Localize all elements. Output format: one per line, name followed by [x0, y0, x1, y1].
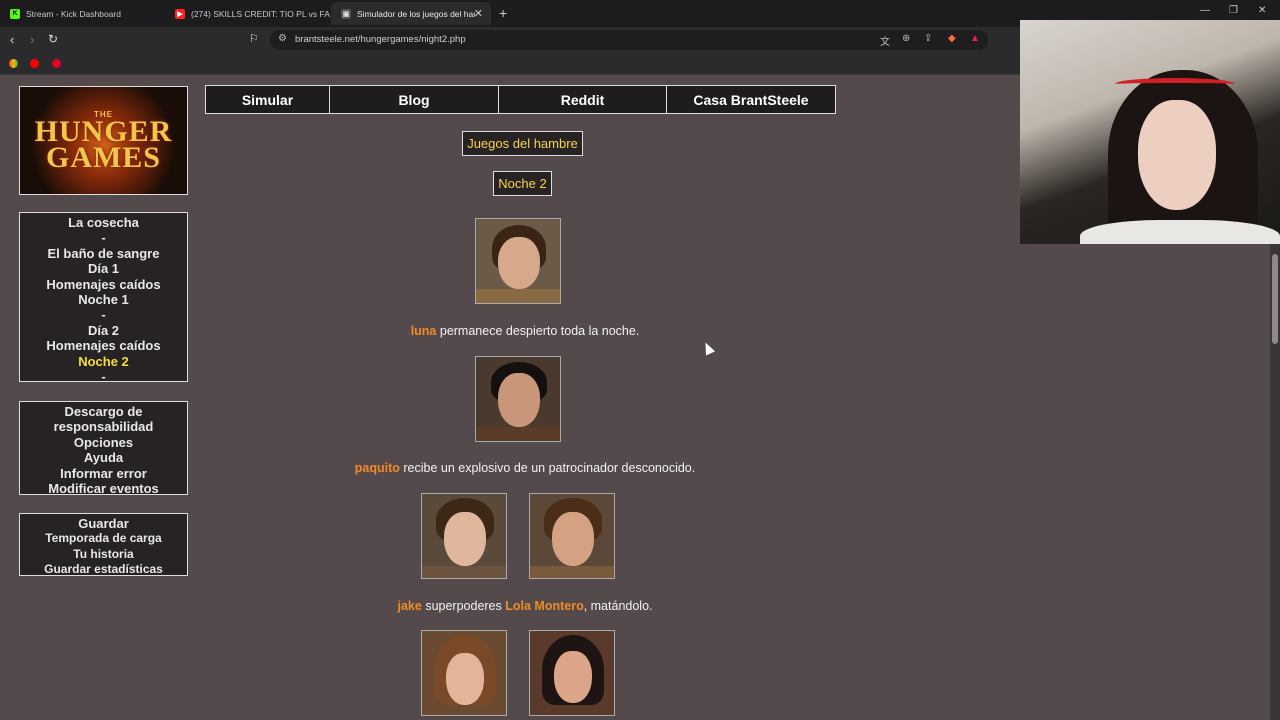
- progress-item[interactable]: Homenajes caídos: [22, 338, 185, 353]
- bookmarks-bar: [0, 53, 1020, 75]
- pinterest-icon[interactable]: [52, 59, 61, 68]
- brave-shield-icon[interactable]: ◆: [948, 33, 956, 44]
- close-window-icon[interactable]: ✕: [1258, 5, 1266, 16]
- tab-hunger-games-simulator[interactable]: ▣ Simulador de los juegos del ham ✕: [331, 2, 491, 25]
- page-title: Juegos del hambre: [462, 131, 583, 156]
- url-text: brantsteele.net/hungergames/night2.php: [295, 34, 466, 45]
- event-line: jake superpoderes Lola Montero, matándol…: [0, 599, 1050, 613]
- tribute-name: Lola Montero: [505, 599, 584, 613]
- minimize-icon[interactable]: —: [1200, 5, 1210, 16]
- info-menu: Descargo de responsabilidad Opciones Ayu…: [19, 401, 188, 496]
- reload-icon[interactable]: ↻: [48, 32, 58, 46]
- brave-rewards-icon[interactable]: ▲: [970, 33, 980, 44]
- nav-reddit[interactable]: Reddit: [499, 86, 667, 113]
- new-tab-button[interactable]: +: [499, 5, 507, 21]
- progress-separator: -: [101, 230, 106, 246]
- progress-menu: La cosecha - El baño de sangre Día 1 Hom…: [19, 212, 188, 385]
- page-scrollbar[interactable]: [1270, 244, 1280, 720]
- site-info-icon[interactable]: ⚙: [278, 33, 287, 44]
- gmail-icon[interactable]: [9, 59, 18, 68]
- browser-toolbar: ‹ › ↻ ⚐ ⚙ brantsteele.net/hungergames/ni…: [0, 27, 1020, 53]
- hunger-games-logo[interactable]: THE HUNGER GAMES: [19, 86, 188, 195]
- tab-youtube[interactable]: ▶ (274) SKILLS CREDIT: TIO PL vs FACU: [165, 2, 330, 25]
- event-text: recibe un explosivo de un patrocinador d…: [399, 461, 696, 475]
- phase-title: Noche 2: [493, 171, 552, 196]
- page-icon: ▣: [341, 8, 351, 19]
- nav-blog[interactable]: Blog: [330, 86, 499, 113]
- zoom-icon[interactable]: ⊕: [902, 33, 910, 44]
- event-text: permanece despierto toda la noche.: [436, 324, 640, 338]
- save-menu: Guardar Temporada de carga Tu historia G…: [19, 513, 188, 576]
- tribute-portrait: [529, 493, 615, 579]
- progress-item[interactable]: La cosecha: [22, 215, 185, 230]
- tribute-portrait: [475, 218, 561, 304]
- tribute-name: luna: [410, 324, 437, 338]
- bookmark-icon[interactable]: ⚐: [249, 32, 259, 45]
- logo-line2: GAMES: [45, 141, 161, 174]
- event-line: paquito recibe un explosivo de un patroc…: [0, 461, 1050, 475]
- nav-simulate[interactable]: Simular: [206, 86, 330, 113]
- progress-item[interactable]: El baño de sangre: [22, 246, 185, 261]
- share-icon[interactable]: ⇪: [924, 33, 932, 44]
- tab-title: Stream - Kick Dashboard: [26, 8, 121, 19]
- progress-separator: -: [101, 307, 106, 323]
- tribute-portrait: [421, 630, 507, 716]
- load-season-link[interactable]: Temporada de carga: [22, 531, 185, 546]
- progress-item[interactable]: Día 1: [22, 261, 185, 276]
- your-story-link[interactable]: Tu historia: [22, 547, 185, 562]
- maximize-icon[interactable]: ❐: [1229, 5, 1238, 16]
- nav-brantsteele-home[interactable]: Casa BrantSteele: [667, 86, 835, 113]
- modify-events-link[interactable]: Modificar eventos: [22, 481, 185, 496]
- save-stats-link[interactable]: Guardar estadísticas: [22, 562, 185, 577]
- kick-icon: K: [10, 8, 20, 19]
- tribute-name: jake: [397, 599, 422, 613]
- youtube-icon[interactable]: [30, 59, 39, 68]
- back-icon[interactable]: ‹: [10, 32, 14, 47]
- tribute-portrait: [529, 630, 615, 716]
- tab-kick-dashboard[interactable]: K Stream - Kick Dashboard: [0, 2, 165, 25]
- page-content: THE HUNGER GAMES La cosecha - El baño de…: [0, 76, 1270, 720]
- tab-title: (274) SKILLS CREDIT: TIO PL vs FACU: [191, 8, 330, 19]
- tribute-portrait: [421, 493, 507, 579]
- youtube-icon: ▶: [175, 8, 185, 19]
- top-navigation: Simular Blog Reddit Casa BrantSteele: [205, 85, 836, 114]
- scrollbar-thumb[interactable]: [1272, 254, 1278, 344]
- progress-item-current[interactable]: Noche 2: [22, 354, 185, 369]
- tribute-portrait: [475, 356, 561, 442]
- tribute-name: paquito: [354, 461, 400, 475]
- forward-icon[interactable]: ›: [30, 32, 34, 47]
- event-text: superpoderes: [421, 599, 506, 613]
- save-link[interactable]: Guardar: [22, 516, 185, 531]
- disclaimer-link[interactable]: Descargo de responsabilidad: [22, 404, 185, 435]
- tab-title: Simulador de los juegos del ham: [357, 8, 475, 19]
- options-link[interactable]: Opciones: [22, 435, 185, 450]
- progress-item[interactable]: Noche 1: [22, 292, 185, 307]
- progress-item[interactable]: Homenajes caídos: [22, 277, 185, 292]
- translate-icon[interactable]: 文: [880, 33, 890, 48]
- progress-separator: -: [101, 369, 106, 385]
- event-line: luna permanece despierto toda la noche.: [0, 324, 1050, 338]
- close-tab-icon[interactable]: ✕: [474, 7, 483, 20]
- event-text: , matándolo.: [583, 599, 653, 613]
- address-bar[interactable]: ⚙ brantsteele.net/hungergames/night2.php…: [270, 30, 988, 50]
